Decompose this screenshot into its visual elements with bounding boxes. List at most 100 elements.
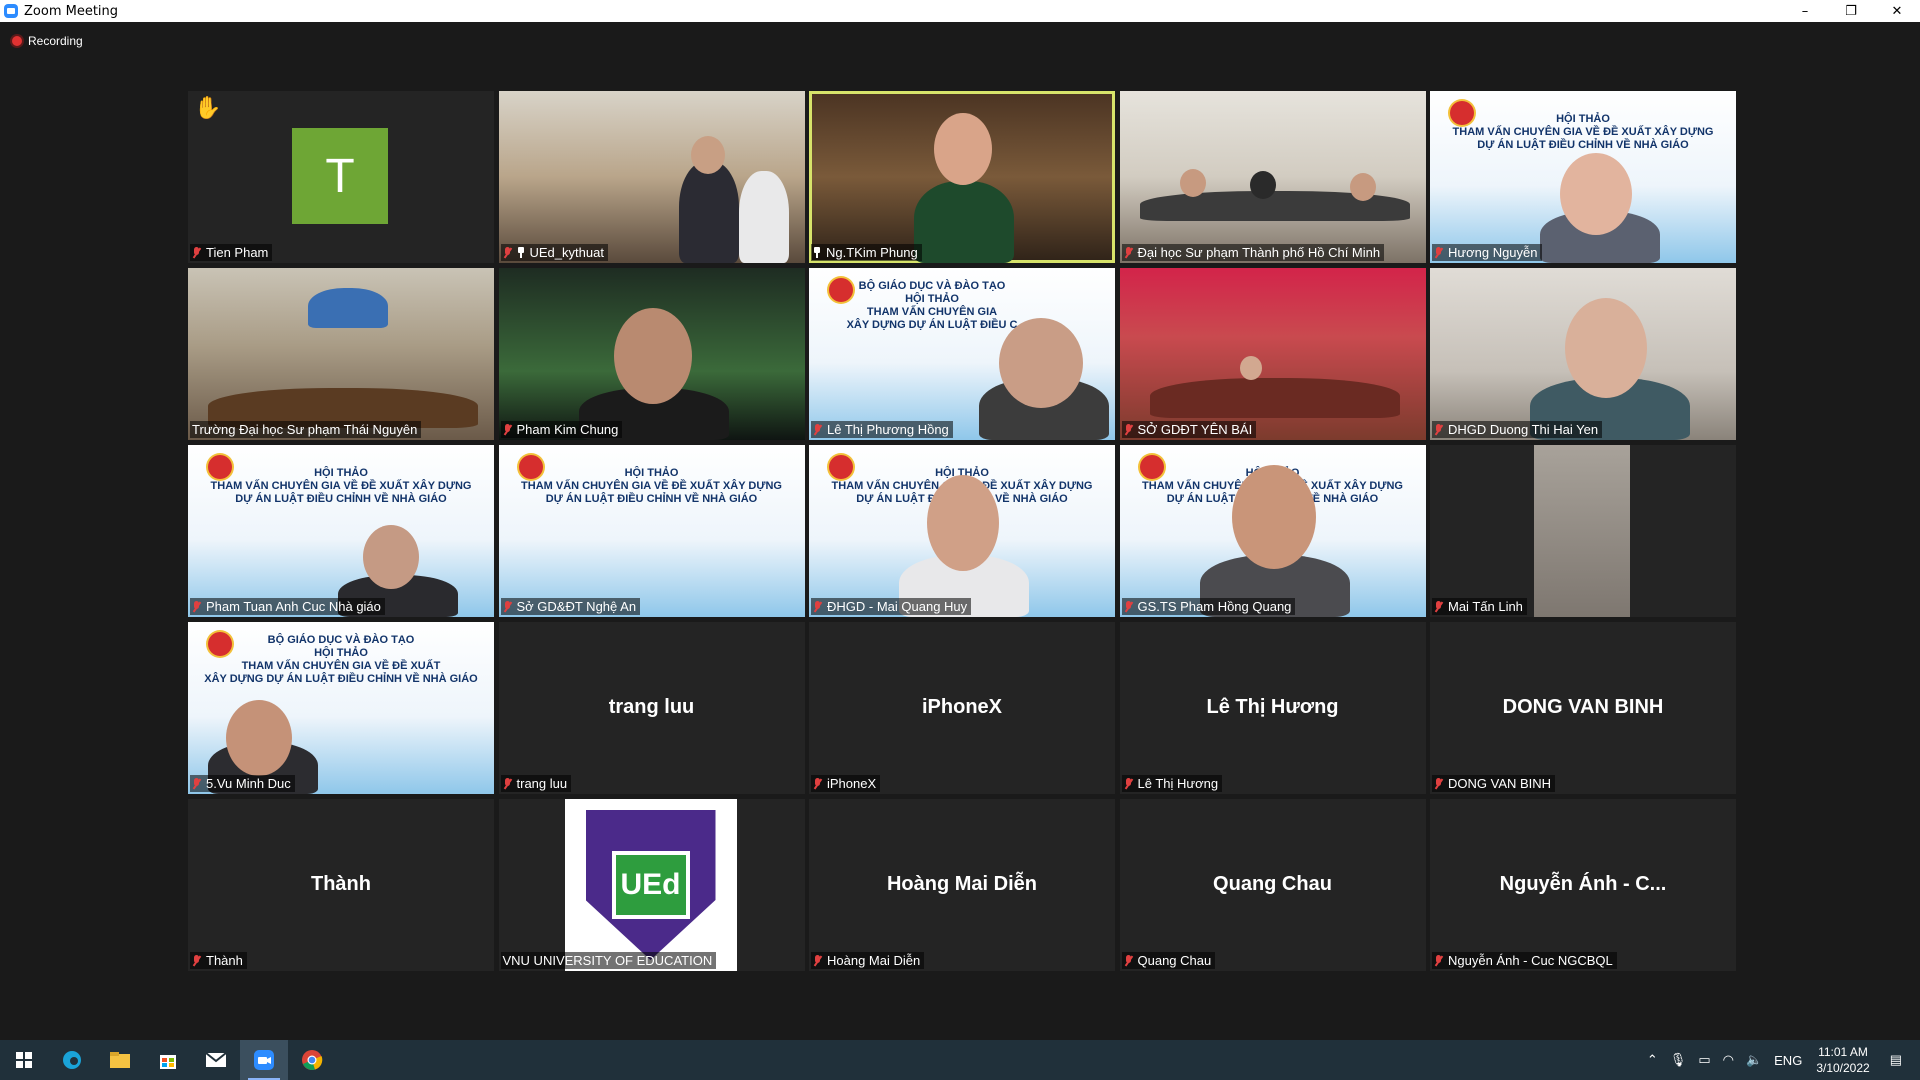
recording-label: Recording — [28, 34, 83, 48]
participant-name-bar: SỞ GDĐT YÊN BÁI — [1121, 421, 1257, 438]
banner-heading: HỘI THẢO THAM VẤN CHUYÊN GIA VỀ ĐỀ XUẤT … — [521, 467, 782, 505]
taskbar-store[interactable] — [144, 1040, 192, 1080]
video-feed — [1534, 445, 1630, 617]
video-figure — [934, 113, 992, 185]
taskbar-chrome[interactable] — [288, 1040, 336, 1080]
taskbar-file-explorer[interactable] — [96, 1040, 144, 1080]
participant-tile[interactable]: Pham Kim Chung — [498, 268, 805, 440]
participant-name: Tien Pham — [206, 245, 269, 260]
participant-tile[interactable]: HỘI THẢO THAM VẤN CHUYÊN GIA VỀ ĐỀ XUẤT … — [809, 445, 1115, 617]
muted-mic-icon — [192, 954, 201, 967]
participant-name-bar: Thành — [190, 952, 247, 969]
participant-tile[interactable]: Hoàng Mai Diễn Hoàng Mai Diễn — [809, 799, 1115, 971]
notifications-icon[interactable]: ▤ — [1890, 1052, 1902, 1068]
pin-icon — [813, 247, 821, 258]
recording-indicator[interactable]: Recording — [12, 34, 83, 48]
participant-tile[interactable]: DONG VAN BINH DONG VAN BINH — [1430, 622, 1736, 794]
participant-tile[interactable]: Thành Thành — [188, 799, 494, 971]
muted-mic-icon — [1124, 954, 1133, 967]
zoom-icon — [254, 1050, 274, 1070]
participant-tile[interactable]: SỞ GDĐT YÊN BÁI — [1119, 268, 1426, 440]
participant-tile[interactable]: Lê Thị Hương Lê Thị Hương — [1119, 622, 1426, 794]
participant-name-bar: Ng.TKim Phung — [811, 244, 922, 261]
taskbar-zoom[interactable] — [240, 1040, 288, 1080]
participant-display-name: iPhoneX — [921, 696, 1002, 718]
video-table — [1149, 378, 1400, 418]
video-figure — [1560, 153, 1632, 235]
language-indicator[interactable]: ENG — [1774, 1053, 1802, 1068]
participant-display-name: DONG VAN BINH — [1502, 696, 1664, 718]
muted-mic-icon — [503, 423, 512, 436]
mail-icon — [205, 1052, 227, 1067]
participant-tile[interactable]: BỘ GIÁO DỤC VÀ ĐÀO TẠO HỘI THẢO THAM VẤN… — [809, 268, 1115, 440]
muted-mic-icon — [1434, 777, 1443, 790]
participant-tile[interactable]: Mai Tấn Linh — [1430, 445, 1736, 617]
participant-name: Sở GD&ĐT Nghệ An — [516, 599, 637, 614]
participant-name: DONG VAN BINH — [1448, 776, 1552, 791]
participant-tile[interactable]: ✋ T Tien Pham — [188, 91, 494, 263]
participant-tile[interactable]: iPhoneX iPhoneX — [809, 622, 1115, 794]
battery-icon[interactable]: ▭ — [1698, 1052, 1710, 1068]
video-figure — [1565, 298, 1647, 398]
video-figure — [1349, 173, 1376, 201]
banner-heading: HỘI THẢO THAM VẤN CHUYÊN GIA VỀ ĐỀ XUẤT … — [210, 467, 472, 505]
muted-mic-icon — [1434, 423, 1443, 436]
minimize-button[interactable]: – — [1782, 0, 1828, 22]
participant-display-name: trang luu — [608, 696, 695, 718]
participant-name-bar: Sở GD&ĐT Nghệ An — [500, 598, 641, 615]
participant-name: Ng.TKim Phung — [826, 245, 918, 260]
participant-tile[interactable]: Đại học Sư phạm Thành phố Hồ Chí Minh — [1119, 91, 1426, 263]
participant-name-bar: GS.TS Pham Hồng Quang — [1121, 598, 1296, 615]
muted-mic-icon — [503, 246, 512, 259]
wifi-icon[interactable]: ◠ — [1723, 1052, 1734, 1068]
speaker-icon[interactable]: 🔈 — [1746, 1052, 1762, 1068]
video-screen — [308, 288, 388, 328]
muted-mic-icon — [813, 777, 822, 790]
participant-name: trang luu — [516, 776, 568, 791]
participant-tile[interactable]: UEd VNU UNIVERSITY OF EDUCATION — [498, 799, 805, 971]
participant-display-name: Thành — [311, 873, 371, 895]
participant-name-bar: DHGD Duong Thi Hai Yen — [1432, 421, 1603, 438]
window-controls: – ❐ ✕ — [1782, 0, 1920, 22]
participant-tile[interactable]: DHGD Duong Thi Hai Yen — [1430, 268, 1736, 440]
participant-tile[interactable]: Trường Đại học Sư phạm Thái Nguyên — [188, 268, 494, 440]
microphone-icon[interactable]: 🎙 — [1670, 1052, 1687, 1068]
close-button[interactable]: ✕ — [1874, 0, 1920, 22]
start-button[interactable] — [0, 1040, 48, 1080]
participant-name-bar: Hoàng Mai Diễn — [811, 952, 925, 969]
muted-mic-icon — [192, 600, 201, 613]
folder-icon — [110, 1052, 130, 1068]
clock[interactable]: 11:01 AM 3/10/2022 — [1816, 1044, 1869, 1076]
video-grid: ✋ T Tien Pham UEd_kythuat Ng.TKim Phung — [188, 91, 1736, 971]
shield-logo-icon: UEd — [585, 810, 716, 960]
participant-tile-active-speaker[interactable]: Ng.TKim Phung — [809, 91, 1115, 263]
muted-mic-icon — [192, 777, 201, 790]
participant-name: Pham Kim Chung — [516, 422, 619, 437]
participant-name: Quang Chau — [1137, 953, 1212, 968]
video-figure — [678, 161, 739, 263]
participant-name-bar: trang luu — [500, 775, 572, 792]
participant-tile[interactable]: HỘI THẢO THAM VẤN CHUYÊN GIA VỀ ĐỀ XUẤT … — [1430, 91, 1736, 263]
participant-tile[interactable]: HỘI THẢO THAM VẤN CHUYÊN GIA VỀ ĐỀ XUẤT … — [1119, 445, 1426, 617]
participant-tile[interactable]: HỘI THẢO THAM VẤN CHUYÊN GIA VỀ ĐỀ XUẤT … — [498, 445, 805, 617]
raised-hand-icon: ✋ — [194, 95, 222, 120]
participant-tile[interactable]: trang luu trang luu — [498, 622, 805, 794]
participant-tile[interactable]: UEd_kythuat — [498, 91, 805, 263]
participant-name-bar: Quang Chau — [1121, 952, 1216, 969]
participant-tile[interactable]: HỘI THẢO THAM VẤN CHUYÊN GIA VỀ ĐỀ XUẤT … — [188, 445, 494, 617]
avatar: T — [292, 128, 388, 224]
muted-mic-icon — [192, 246, 201, 259]
participant-name-bar: Nguyễn Ánh - Cuc NGCBQL — [1432, 952, 1617, 969]
taskbar-edge[interactable] — [48, 1040, 96, 1080]
chevron-up-icon[interactable]: ⌃ — [1647, 1052, 1658, 1068]
video-figure — [690, 136, 725, 174]
taskbar-mail[interactable] — [192, 1040, 240, 1080]
muted-mic-icon — [1434, 954, 1443, 967]
restore-button[interactable]: ❐ — [1828, 0, 1874, 22]
participant-name-bar: Pham Tuan Anh Cuc Nhà giáo — [190, 598, 385, 615]
participant-tile[interactable]: BỘ GIÁO DỤC VÀ ĐÀO TẠO HỘI THẢO THAM VẤN… — [188, 622, 494, 794]
participant-tile[interactable]: Nguyễn Ánh - C... Nguyễn Ánh - Cuc NGCBQ… — [1430, 799, 1736, 971]
video-figure — [927, 475, 999, 571]
participant-tile[interactable]: Quang Chau Quang Chau — [1119, 799, 1426, 971]
windows-taskbar: ⌃ 🎙 ▭ ◠ 🔈 ENG 11:01 AM 3/10/2022 ▤ — [0, 1040, 1920, 1080]
